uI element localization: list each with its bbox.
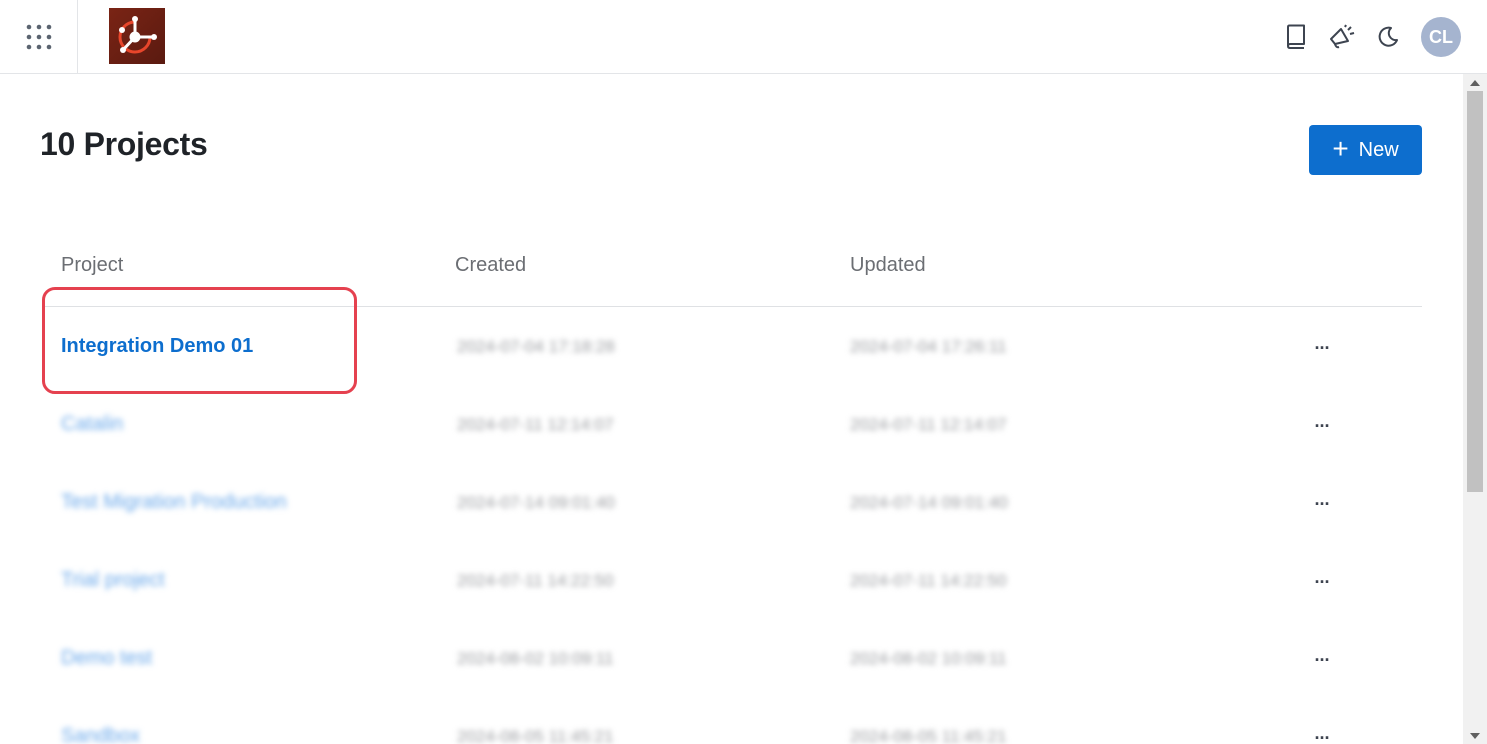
row-menu-button[interactable]: ··· [1304,411,1340,441]
theme-toggle-button[interactable] [1369,18,1407,56]
table-row: Sandbox 2024-08-05 11:45:21 2024-08-05 1… [42,697,1422,744]
updated-date: 2024-08-02 10:09:11 [850,649,1007,668]
scroll-down-arrow-icon[interactable] [1463,727,1487,744]
app-window: CL 10 Projects + New Project Created Upd… [0,0,1487,744]
row-menu-button[interactable]: ··· [1304,333,1340,363]
updated-date: 2024-07-11 12:14:07 [850,415,1007,434]
plus-icon: + [1332,133,1349,164]
row-menu-button[interactable]: ··· [1304,567,1340,597]
more-options-icon: ··· [1314,649,1331,670]
apps-grid-icon [26,24,51,49]
row-menu-button[interactable]: ··· [1304,723,1340,744]
scrollbar-thumb[interactable] [1467,91,1483,492]
project-link[interactable]: Sandbox [61,725,140,744]
page-title: 10 Projects [40,126,208,162]
updated-date: 2024-08-05 11:45:21 [850,727,1007,744]
top-bar: CL [0,0,1487,74]
project-link[interactable]: Demo test [61,647,152,670]
more-options-icon: ··· [1314,571,1331,592]
projects-table: Project Created Updated Integration Demo… [42,240,1422,744]
column-header-project[interactable]: Project [61,254,123,277]
docs-button[interactable] [1277,18,1315,56]
hub-logo-icon [118,16,157,54]
column-header-created[interactable]: Created [455,254,526,277]
project-link[interactable]: Integration Demo 01 [61,335,253,358]
megaphone-icon [1330,24,1355,49]
project-link[interactable]: Trial project [61,569,165,592]
created-date: 2024-07-11 12:14:07 [457,415,614,434]
updated-date: 2024-07-14 09:01:40 [850,493,1008,512]
updated-date: 2024-07-04 17:26:11 [850,337,1007,356]
table-row: Integration Demo 01 2024-07-04 17:18:28 … [42,307,1422,385]
more-options-icon: ··· [1314,493,1331,514]
announcements-button[interactable] [1323,18,1361,56]
created-date: 2024-08-05 11:45:21 [457,727,614,744]
table-header: Project Created Updated [42,240,1422,307]
top-bar-actions: CL [1269,17,1461,57]
created-date: 2024-08-02 10:09:11 [457,649,614,668]
row-menu-button[interactable]: ··· [1304,489,1340,519]
column-header-updated[interactable]: Updated [850,254,926,277]
new-button-label: New [1358,138,1399,161]
moon-icon [1378,26,1398,47]
table-row: Demo test 2024-08-02 10:09:11 2024-08-02… [42,619,1422,697]
more-options-icon: ··· [1314,415,1331,436]
project-link[interactable]: Test Migration Production [61,491,287,514]
vertical-scrollbar[interactable] [1463,74,1487,744]
user-avatar[interactable]: CL [1421,17,1461,57]
row-menu-button[interactable]: ··· [1304,645,1340,675]
more-options-icon: ··· [1314,337,1331,358]
apps-grid-button[interactable] [0,0,78,73]
app-logo[interactable] [109,8,165,64]
created-date: 2024-07-11 14:22:50 [457,571,614,590]
created-date: 2024-07-04 17:18:28 [457,337,615,356]
updated-date: 2024-07-11 14:22:50 [850,571,1007,590]
more-options-icon: ··· [1314,727,1331,744]
created-date: 2024-07-14 09:01:40 [457,493,615,512]
table-row: Catalin 2024-07-11 12:14:07 2024-07-11 1… [42,385,1422,463]
table-row: Trial project 2024-07-11 14:22:50 2024-0… [42,541,1422,619]
scroll-up-arrow-icon[interactable] [1463,74,1487,91]
book-icon [1287,24,1305,49]
table-row: Test Migration Production 2024-07-14 09:… [42,463,1422,541]
project-link[interactable]: Catalin [61,413,123,436]
new-project-button[interactable]: + New [1309,125,1422,175]
